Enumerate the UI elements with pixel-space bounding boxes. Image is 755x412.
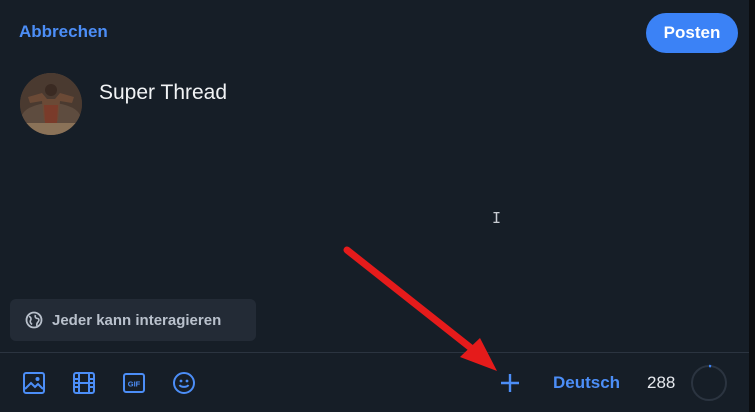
plus-icon[interactable]	[497, 370, 523, 396]
language-selector[interactable]: Deutsch	[553, 373, 620, 393]
post-button[interactable]: Posten	[646, 13, 738, 53]
compose-dialog: Abbrechen Posten Super Thread I Jeder ka…	[0, 0, 750, 412]
audience-label: Jeder kann interagieren	[52, 311, 222, 329]
audience-selector[interactable]: Jeder kann interagieren	[10, 299, 256, 341]
post-text[interactable]: Super Thread	[99, 81, 227, 105]
cancel-button[interactable]: Abbrechen	[19, 22, 108, 42]
character-progress-ring	[690, 364, 728, 402]
gif-icon[interactable]: GIF	[121, 370, 147, 396]
character-count: 288	[647, 373, 676, 392]
window-edge	[749, 0, 755, 412]
svg-text:GIF: GIF	[128, 380, 141, 389]
text-cursor-icon: I	[492, 209, 502, 227]
avatar-image	[20, 73, 82, 135]
avatar[interactable]	[20, 73, 82, 135]
video-icon[interactable]	[71, 370, 97, 396]
globe-icon	[25, 311, 43, 329]
emoji-icon[interactable]	[171, 370, 197, 396]
toolbar-divider	[0, 352, 749, 353]
image-icon[interactable]	[21, 370, 47, 396]
